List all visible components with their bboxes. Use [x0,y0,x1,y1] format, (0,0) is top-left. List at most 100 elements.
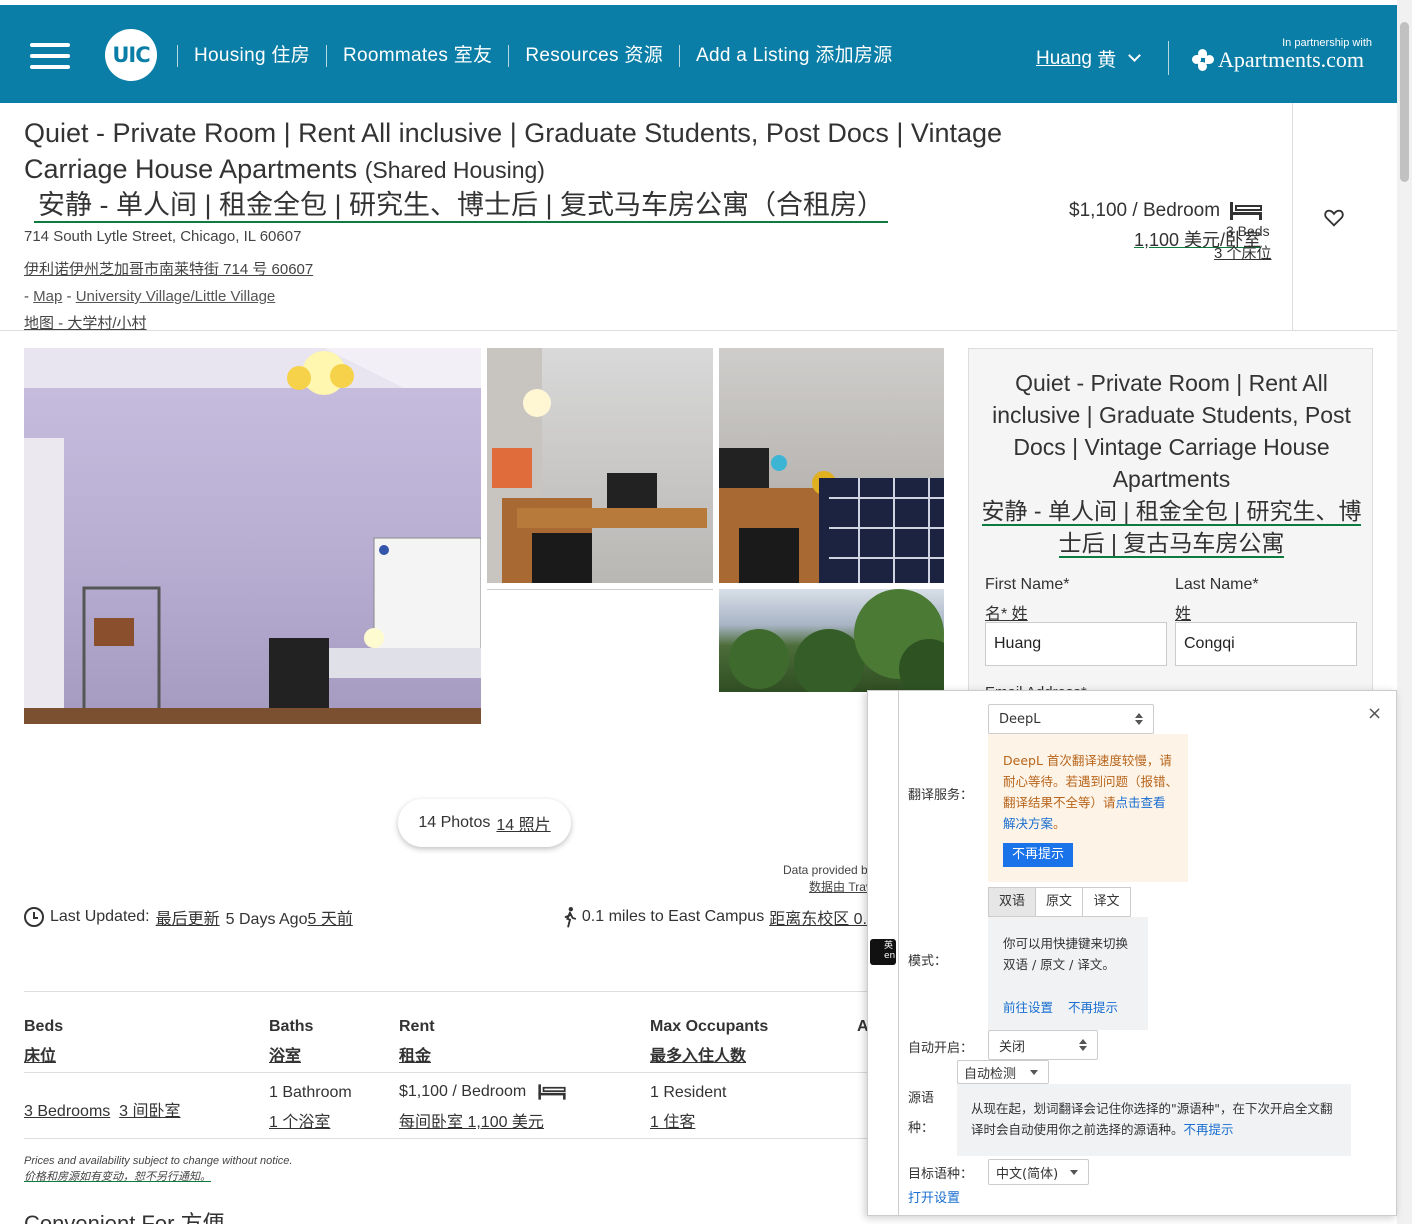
listing-title: Quiet - Private Room | Rent All inclusiv… [24,118,1003,184]
title-divider [1292,103,1293,331]
contact-card: Quiet - Private Room | Rent All inclusiv… [968,348,1373,694]
select-arrows-icon [1135,713,1143,725]
rent-value-translation: 每间卧室 1,100 美元 [399,1114,544,1131]
mode-hint: 你可以用快捷键来切换双语 / 原文 / 译文。 前往设置 不再提示 [988,917,1148,1030]
scrollbar-thumb[interactable] [1400,22,1409,182]
last-name-label-translation: 姓 [1175,606,1192,623]
mode-hint-text: 你可以用快捷键来切换双语 / 原文 / 译文。 [1003,936,1129,972]
source-hint-dismiss-link[interactable]: 不再提示 [1184,1122,1234,1137]
occupants-value: 1 Resident [650,1084,727,1101]
site-header: UIC Housing 住房 Roommates 室友 Resources 资源… [0,5,1397,103]
goto-settings-link[interactable]: 前往设置 [1003,997,1053,1016]
first-name-label-translation: 名* 姓 [985,606,1028,623]
mode-bilingual[interactable]: 双语 [989,888,1036,916]
dismiss-warning-button[interactable]: 不再提示 [1003,843,1073,867]
clock-icon [24,907,44,927]
translation-sidebar: 英 en [868,691,899,1215]
price-disclaimer-translation: 价格和房源如有变动，恕不另行通知。 [24,1171,211,1183]
heart-icon[interactable] [1323,207,1345,229]
walking-icon [564,907,577,928]
user-menu[interactable]: Huang 黄 [1036,45,1142,72]
photo-desk[interactable] [487,348,713,583]
header-rent-translation: 租金 [399,1048,432,1065]
service-label: 翻译服务： [908,788,974,803]
card-title-translation: 安静 - 单人间 | 租金全包 | 研究生、博士后 | 复古马车房公寓 [981,498,1362,558]
first-name-field[interactable] [985,622,1167,666]
nav-housing[interactable]: Housing 住房 [177,45,326,67]
translation-panel: 英 en × 翻译服务： DeepL DeepL 首次翻译速度较慢，请耐心等待。… [867,690,1397,1216]
translate-toggle-icon[interactable]: 英 en [870,939,896,965]
baths-value-translation: 1 个浴室 [269,1114,331,1131]
deepl-warning: DeepL 首次翻译速度较慢，请耐心等待。若遇到问题（报错、翻译结果不全等）请点… [988,734,1188,882]
main-nav: Housing 住房 Roommates 室友 Resources 资源 Add… [177,42,909,70]
nav-add-listing[interactable]: Add a Listing 添加房源 [679,45,909,67]
header-baths-translation: 浴室 [269,1048,302,1065]
source-lang-label: 源语种： [908,1091,935,1136]
mode-hint-links: 前往设置 不再提示 [1003,997,1118,1016]
nav-roommates[interactable]: Roommates 室友 [326,45,508,67]
mode-segmented-control: 双语 原文 译文 [988,887,1131,917]
last-name-label: Last Name* [1175,576,1259,593]
header-divider [1168,41,1169,75]
bed-icon [538,1084,566,1100]
rent-value: $1,100 / Bedroom [399,1083,568,1101]
header-max-occupants-translation: 最多入住人数 [650,1048,747,1065]
hamburger-menu-icon[interactable] [30,43,70,69]
card-title: Quiet - Private Room | Rent All inclusiv… [992,370,1351,492]
data-provider-translation: 数据由 Trav [809,880,869,894]
header-baths: Baths [269,1018,314,1035]
auto-start-select[interactable]: 关闭 [988,1030,1098,1060]
source-lang-hint: 从现在起，划词翻译会记住你选择的"源语种"，在下次开启全文翻译时会自动使用你之前… [957,1084,1351,1156]
data-provider-label: Data provided b [783,863,868,877]
occupants-value-translation: 1 住客 [650,1114,696,1131]
photo-bed[interactable] [719,348,944,583]
last-name-field[interactable] [1175,622,1357,666]
last-updated: Last Updated: 最后更新 5 Days Ago5 天前 [24,905,353,929]
neighborhood-link[interactable]: University Village/Little Village [76,288,276,305]
listing-title-suffix: (Shared Housing) [364,157,545,183]
mode-dismiss-link[interactable]: 不再提示 [1068,997,1118,1016]
distance-info: 0.1 miles to East Campus 距离东校区 0. [563,905,867,929]
target-lang-label: 目标语种： [908,1167,974,1182]
chevron-down-icon[interactable] [1128,49,1142,62]
convenient-for-heading: Convenient For 方便 [24,1211,225,1224]
user-name[interactable]: Huang [1036,48,1092,70]
listing-title-translation: 安静 - 单人间 | 租金全包 | 研究生、博士后 | 复式马车房公寓（合租房） [34,189,889,223]
service-select[interactable]: DeepL [988,704,1154,734]
page-scrollbar[interactable] [1397,0,1412,1224]
listing-price: $1,100 / Bedroom [1069,200,1263,222]
close-icon[interactable]: × [1367,703,1382,724]
header-beds: Beds [24,1018,64,1035]
photo-separator [487,589,713,590]
first-name-label: First Name* [985,576,1070,593]
map-links-translation[interactable]: 地图 - 大学村/小村 [24,312,147,333]
baths-value: 1 Bathroom [269,1084,352,1101]
beds-value[interactable]: 3 Bedrooms 3 间卧室 [24,1097,181,1121]
map-link[interactable]: Map [33,288,62,305]
mode-label: 模式： [908,954,948,969]
map-links: - Map - University Village/Little Villag… [24,288,276,305]
listing-title-area: Quiet - Private Room | Rent All inclusiv… [0,103,1397,333]
photo-trees[interactable] [719,589,944,692]
apartments-flower-icon [1192,49,1214,71]
header-beds-translation: 床位 [24,1048,57,1065]
uic-logo[interactable]: UIC [105,29,157,81]
dropdown-arrow-icon [1030,1070,1038,1075]
user-name-zh: 黄 [1097,50,1117,71]
nav-resources[interactable]: Resources 资源 [508,45,679,67]
source-lang-select[interactable]: 自动检测 [957,1060,1049,1084]
view-photos-button[interactable]: 14 Photos 14 照片 [398,799,571,847]
mode-translated[interactable]: 译文 [1083,888,1130,916]
target-lang-select[interactable]: 中文(简体) [988,1159,1089,1185]
main-photo[interactable] [24,348,481,724]
listing-address: 714 South Lytle Street, Chicago, IL 6060… [24,228,302,245]
beds-count-translation: 3 个床位 [1214,245,1272,262]
dropdown-arrow-icon [1070,1170,1078,1175]
open-settings-link[interactable]: 打开设置 [908,1187,960,1206]
details-divider-mid [24,1072,867,1073]
partner-logo[interactable]: In partnership with Apartments.com [1192,37,1372,73]
partner-brand: Apartments.com [1218,47,1365,72]
bed-icon [1230,202,1263,220]
listing-address-translation: 伊利诺伊州芝加哥市南莱特街 714 号 60607 [24,261,314,278]
mode-original[interactable]: 原文 [1036,888,1083,916]
